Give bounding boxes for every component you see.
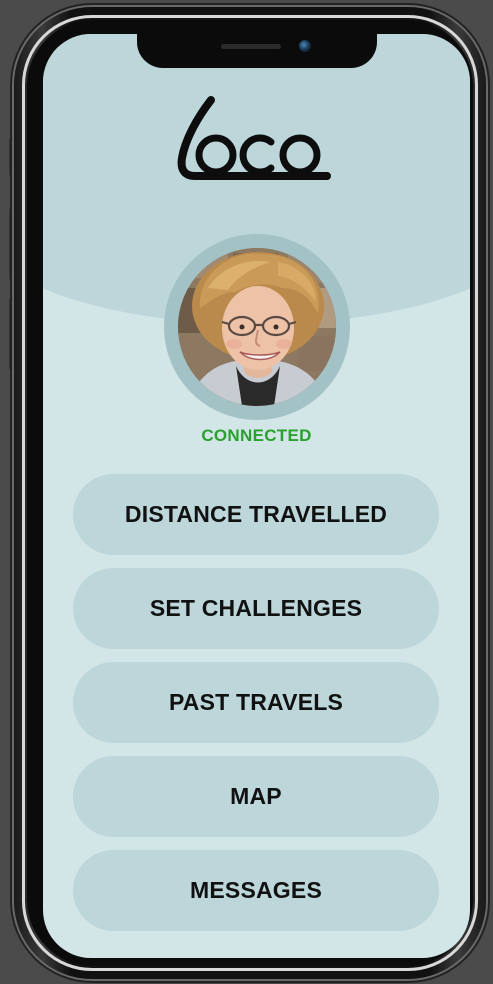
avatar-photo	[178, 248, 336, 406]
set-challenges-button[interactable]: SET CHALLENGES	[73, 568, 439, 649]
map-button[interactable]: MAP	[73, 756, 439, 837]
device-frame: loco	[0, 0, 493, 984]
app-screen: loco	[43, 34, 470, 958]
loco-logo: loco	[177, 96, 331, 180]
notch	[137, 34, 377, 68]
front-camera-icon	[299, 40, 311, 52]
past-travels-button[interactable]: PAST TRAVELS	[73, 662, 439, 743]
messages-button[interactable]: MESSAGES	[73, 850, 439, 931]
distance-travelled-button[interactable]: DISTANCE TRAVELLED	[73, 474, 439, 555]
speaker-grille	[221, 44, 281, 49]
connection-status: CONNECTED	[201, 426, 312, 445]
avatar[interactable]	[178, 248, 336, 406]
main-menu: DISTANCE TRAVELLED SET CHALLENGES PAST T…	[73, 474, 439, 944]
